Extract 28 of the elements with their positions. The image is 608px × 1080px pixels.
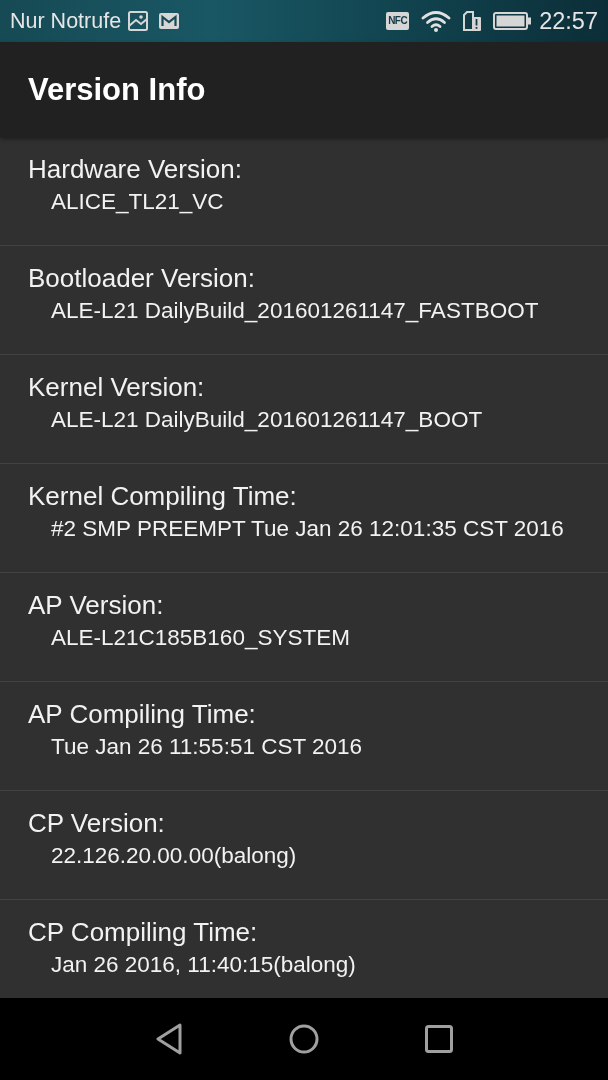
nfc-icon: NFC bbox=[386, 12, 410, 30]
info-label: Kernel Version: bbox=[28, 372, 205, 403]
info-value: ALE-L21 DailyBuild_201601261147_FASTBOOT bbox=[51, 297, 539, 325]
info-value: ALE-L21C185B160_SYSTEM bbox=[51, 624, 350, 652]
info-label: AP Compiling Time: bbox=[28, 699, 256, 730]
info-label: CP Version: bbox=[28, 808, 165, 839]
recents-button[interactable] bbox=[425, 1025, 453, 1053]
image-icon bbox=[128, 11, 149, 31]
info-value: ALICE_TL21_VC bbox=[51, 188, 224, 216]
mail-icon bbox=[159, 13, 180, 29]
info-label: AP Version: bbox=[28, 590, 164, 621]
info-value: Tue Jan 26 11:55:51 CST 2016 bbox=[51, 733, 363, 761]
wifi-icon bbox=[421, 10, 452, 32]
clock-time: 22:57 bbox=[539, 7, 598, 35]
info-value: #2 SMP PREEMPT Tue Jan 26 12:01:35 CST 2016 bbox=[51, 515, 564, 543]
info-value: 22.126.20.00.00(balong) bbox=[51, 842, 297, 870]
info-label: Kernel Compiling Time: bbox=[28, 481, 297, 512]
notification-text: Nur Notrufe bbox=[10, 8, 122, 34]
back-button[interactable] bbox=[155, 1023, 183, 1055]
battery-icon bbox=[493, 12, 532, 30]
sim-alert-icon bbox=[463, 11, 482, 31]
screen-title: Version Info bbox=[28, 71, 206, 108]
home-button[interactable] bbox=[289, 1024, 319, 1054]
info-value: Jan 26 2016, 11:40:15(balong) bbox=[51, 951, 356, 979]
info-label: Hardware Version: bbox=[28, 154, 242, 185]
info-label: Bootloader Version: bbox=[28, 263, 255, 294]
info-label: CP Compiling Time: bbox=[28, 917, 258, 948]
info-value: ALE-L21 DailyBuild_201601261147_BOOT bbox=[51, 406, 483, 434]
